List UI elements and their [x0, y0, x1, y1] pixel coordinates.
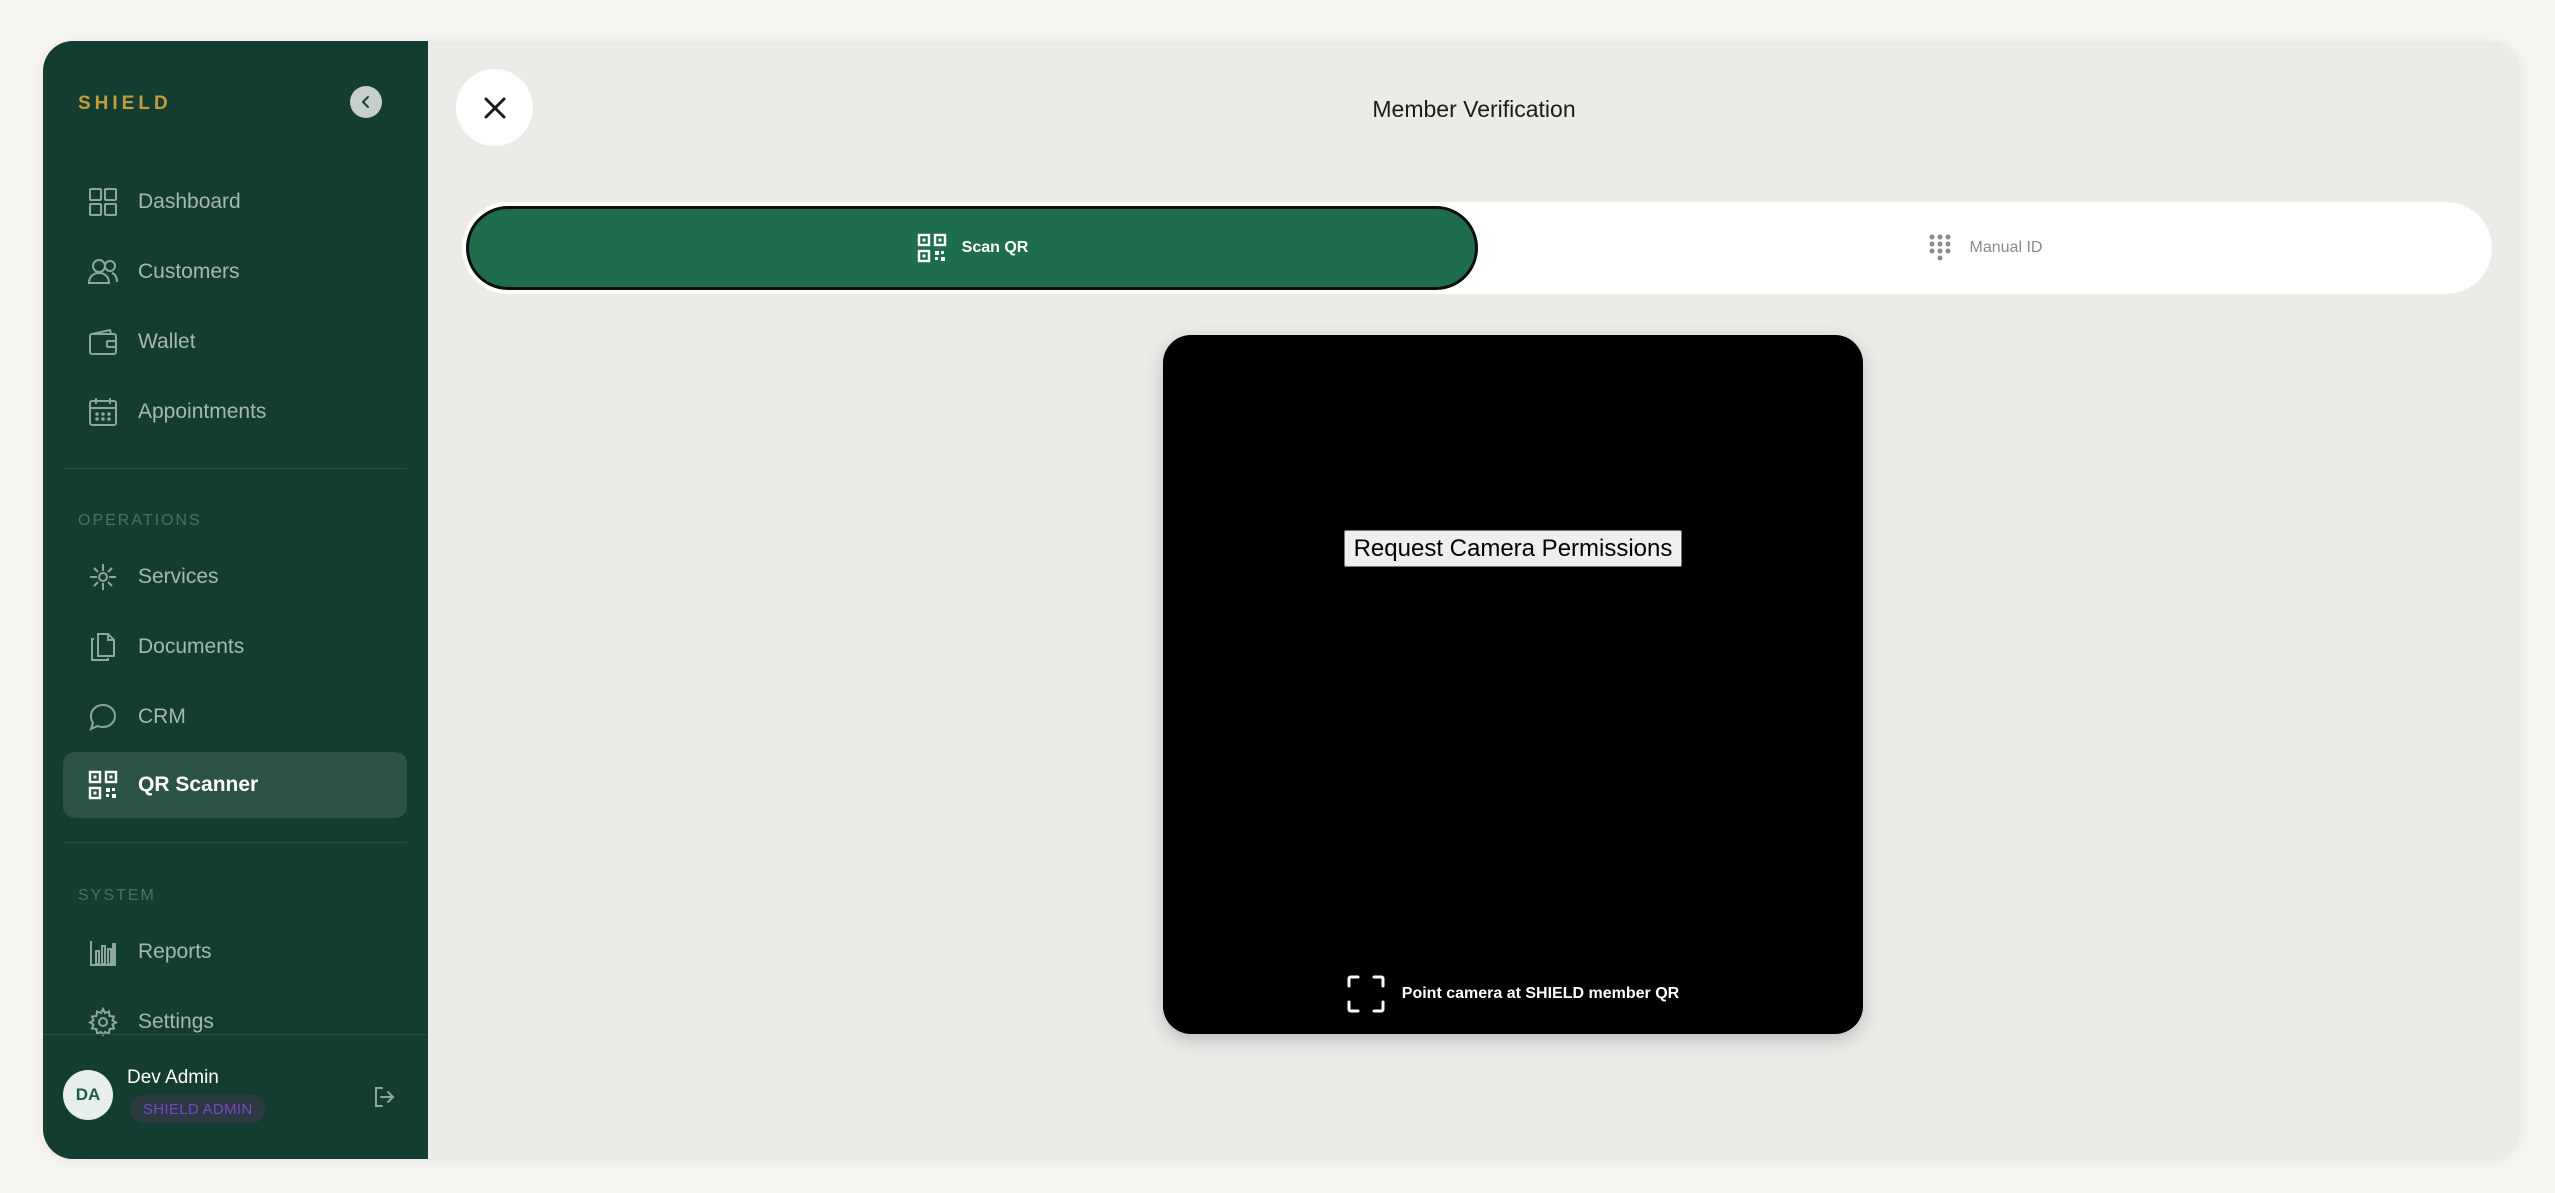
calendar-icon: [87, 396, 119, 428]
sidebar-item-label: Customers: [138, 260, 240, 283]
sidebar-item-label: Appointments: [138, 400, 267, 423]
tab-scan-qr[interactable]: Scan QR: [466, 206, 1478, 290]
sidebar-item-label: Services: [138, 565, 219, 588]
sidebar-item-services[interactable]: Services: [63, 544, 407, 610]
scan-hint-text: Point camera at SHIELD member QR: [1401, 985, 1680, 1002]
chevron-left-icon: [362, 96, 369, 108]
brand-logo: SHIELD: [78, 93, 172, 114]
users-icon: [87, 256, 119, 288]
page-title: Member Verification: [1372, 96, 1576, 122]
logout-icon: [375, 1087, 395, 1107]
keypad-icon: [1924, 232, 1956, 264]
sidebar-item-label: CRM: [138, 705, 186, 728]
tab-label: Manual ID: [1969, 239, 2043, 256]
sidebar-item-wallet[interactable]: Wallet: [63, 309, 407, 375]
sidebar-item-crm[interactable]: CRM: [63, 684, 407, 750]
qr-icon: [87, 769, 119, 801]
sidebar-item-label: Reports: [138, 940, 212, 963]
sidebar-item-qr-scanner[interactable]: QR Scanner: [63, 752, 407, 818]
sidebar-item-label: Dashboard: [138, 190, 241, 213]
divider: [63, 842, 407, 843]
sidebar-item-label: Wallet: [138, 330, 196, 353]
sidebar-item-label: Settings: [138, 1010, 214, 1033]
user-profile: DA Dev Admin SHIELD ADMIN: [43, 1034, 428, 1159]
qr-icon: [916, 232, 948, 264]
avatar: DA: [63, 1070, 113, 1120]
sidebar-item-label: QR Scanner: [138, 773, 259, 796]
sidebar-item-dashboard[interactable]: Dashboard: [63, 169, 407, 235]
role-badge: SHIELD ADMIN: [130, 1095, 266, 1123]
bar-chart-icon: [87, 936, 119, 968]
collapse-sidebar-button[interactable]: [350, 86, 382, 118]
mode-tabs: Scan QR Manual ID: [462, 202, 2492, 294]
camera-viewfinder: Request Camera Permissions Point camera …: [1163, 335, 1863, 1034]
tab-manual-id[interactable]: Manual ID: [1478, 206, 2488, 290]
logout-button[interactable]: [370, 1083, 398, 1111]
documents-icon: [87, 631, 119, 663]
user-name: Dev Admin: [127, 1067, 219, 1088]
sidebar-item-customers[interactable]: Customers: [63, 239, 407, 305]
scan-frame-icon: [1347, 975, 1385, 1013]
sidebar: SHIELD Dashboard Customers Wallet Appoin…: [43, 41, 428, 1159]
section-label-system: SYSTEM: [78, 887, 156, 904]
main-content: Member Verification Scan QR Manual ID Re…: [428, 41, 2520, 1159]
services-icon: [87, 561, 119, 593]
sidebar-item-appointments[interactable]: Appointments: [63, 379, 407, 445]
dashboard-icon: [87, 186, 119, 218]
wallet-icon: [87, 326, 119, 358]
app-window: SHIELD Dashboard Customers Wallet Appoin…: [43, 41, 2520, 1159]
chat-icon: [87, 701, 119, 733]
divider: [63, 468, 407, 469]
sidebar-item-label: Documents: [138, 635, 245, 658]
sidebar-item-reports[interactable]: Reports: [63, 919, 407, 985]
tab-label: Scan QR: [961, 239, 1029, 256]
section-label-operations: OPERATIONS: [78, 512, 202, 529]
sidebar-item-documents[interactable]: Documents: [63, 614, 407, 680]
request-camera-permissions-button[interactable]: Request Camera Permissions: [1344, 530, 1682, 567]
scan-hint: Point camera at SHIELD member QR: [1163, 975, 1863, 1013]
